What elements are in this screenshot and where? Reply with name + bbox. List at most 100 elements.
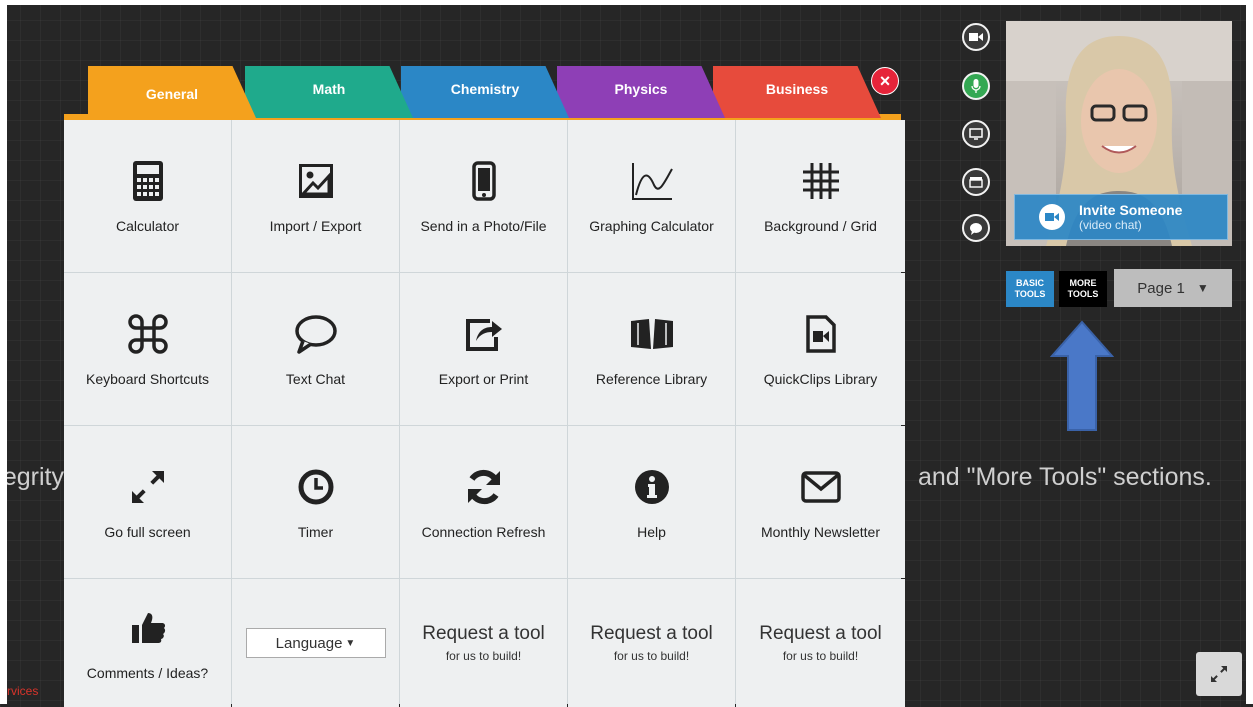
video-camera-icon	[1039, 204, 1065, 230]
tool-help[interactable]: Help	[568, 426, 735, 578]
tool-label: Export or Print	[438, 371, 529, 387]
tool-label: Reference Library	[595, 371, 708, 387]
info-icon	[634, 464, 670, 510]
more-tools-line1: MORE	[1069, 278, 1097, 288]
camera-icon	[969, 33, 983, 41]
tool-label: QuickClips Library	[763, 371, 878, 387]
tool-text-chat[interactable]: Text Chat	[232, 273, 399, 425]
expand-icon	[128, 464, 168, 510]
tool-monthly-newsletter[interactable]: Monthly Newsletter	[736, 426, 905, 578]
thumbs-up-icon	[130, 605, 166, 651]
tool-label: Background / Grid	[764, 218, 877, 234]
tool-label: Text Chat	[285, 371, 346, 387]
footer-link[interactable]: rvices	[7, 684, 38, 698]
basic-tools-button[interactable]: BASIC TOOLS	[1006, 271, 1054, 307]
tool-label: Monthly Newsletter	[760, 524, 881, 540]
monitor-icon	[969, 128, 983, 140]
graph-icon	[630, 158, 674, 204]
command-key-icon	[127, 311, 168, 357]
clapperboard-button[interactable]	[962, 168, 990, 196]
tool-category-tabs: Business Physics Chemistry Math General	[64, 66, 901, 120]
tool-send-photo-file[interactable]: Send in a Photo/File	[400, 120, 567, 272]
tool-label: Connection Refresh	[421, 524, 546, 540]
request-tool-cell[interactable]: Request a tool for us to build!	[736, 579, 905, 707]
tab-general[interactable]: General	[88, 66, 256, 118]
page-select[interactable]: Page 1 ▼	[1114, 269, 1232, 307]
tool-import-export[interactable]: Import / Export	[232, 120, 399, 272]
microphone-button[interactable]	[962, 72, 990, 100]
tab-chemistry[interactable]: Chemistry	[401, 66, 569, 118]
language-label: Language	[275, 634, 343, 652]
window-frame-top	[0, 0, 1253, 5]
tool-label: Import / Export	[269, 218, 362, 234]
request-tool-subtitle: for us to build!	[782, 649, 859, 663]
caret-down-icon: ▼	[1196, 281, 1209, 295]
language-cell: Language ▼	[232, 579, 399, 707]
annotation-arrow-up-icon	[1050, 320, 1114, 431]
window-frame-right	[1246, 0, 1253, 704]
video-file-icon	[805, 311, 836, 357]
basic-tools-line1: BASIC	[1015, 278, 1044, 288]
camera-button[interactable]	[962, 23, 990, 51]
envelope-icon	[800, 464, 841, 510]
basic-tools-line2: TOOLS	[1014, 289, 1046, 299]
request-tool-cell[interactable]: Request a tool for us to build!	[400, 579, 567, 707]
tool-reference-library[interactable]: Reference Library	[568, 273, 735, 425]
tool-label: Keyboard Shortcuts	[86, 371, 209, 387]
share-icon	[464, 311, 504, 357]
page-select-value: Page 1	[1137, 279, 1185, 297]
more-tools-line2: TOOLS	[1067, 289, 1099, 299]
invite-someone-button[interactable]: Invite Someone (video chat)	[1014, 194, 1228, 240]
caret-down-icon: ▼	[345, 637, 356, 649]
tool-label: Graphing Calculator	[589, 218, 714, 234]
request-tool-cell[interactable]: Request a tool for us to build!	[568, 579, 735, 707]
fullscreen-button[interactable]	[1196, 652, 1242, 696]
request-tool-title: Request a tool	[590, 623, 713, 644]
tool-full-screen[interactable]: Go full screen	[64, 426, 231, 578]
background-text-right: and "More Tools" sections.	[918, 463, 1212, 491]
invite-subtitle: (video chat)	[1079, 218, 1142, 232]
screen-share-button[interactable]	[962, 120, 990, 148]
refresh-icon	[464, 464, 504, 510]
tool-label: Send in a Photo/File	[420, 218, 547, 234]
tool-label: Go full screen	[104, 524, 191, 540]
clapperboard-icon	[969, 177, 983, 188]
tool-label: Help	[637, 524, 666, 540]
background-text-left: egrity	[7, 463, 64, 491]
request-tool-subtitle: for us to build!	[445, 649, 522, 663]
tab-business[interactable]: Business	[713, 66, 881, 118]
tool-graphing-calculator[interactable]: Graphing Calculator	[568, 120, 735, 272]
tool-background-grid[interactable]: Background / Grid	[736, 120, 905, 272]
tool-quickclips-library[interactable]: QuickClips Library	[736, 273, 905, 425]
image-icon	[298, 158, 333, 204]
invite-title: Invite Someone	[1079, 202, 1183, 218]
tool-export-print[interactable]: Export or Print	[400, 273, 567, 425]
tab-math[interactable]: Math	[245, 66, 413, 118]
chat-bubble-icon	[294, 311, 338, 357]
tool-timer[interactable]: Timer	[232, 426, 399, 578]
speech-bubble-icon	[970, 222, 982, 235]
tools-panel: Calculator Import / Export Send in a Pho…	[64, 120, 905, 707]
tool-label: Comments / Ideas?	[86, 665, 209, 681]
tool-comments-ideas[interactable]: Comments / Ideas?	[64, 579, 231, 707]
close-button[interactable]: ×	[871, 67, 899, 95]
more-tools-button[interactable]: MORE TOOLS	[1059, 271, 1107, 307]
calculator-icon	[132, 158, 163, 204]
chat-button[interactable]	[962, 214, 990, 242]
tool-calculator[interactable]: Calculator	[64, 120, 231, 272]
tool-keyboard-shortcuts[interactable]: Keyboard Shortcuts	[64, 273, 231, 425]
request-tool-title: Request a tool	[422, 623, 545, 644]
tool-label: Timer	[297, 524, 334, 540]
language-dropdown[interactable]: Language ▼	[245, 628, 386, 658]
expand-icon	[1211, 666, 1227, 682]
book-icon	[629, 311, 675, 357]
request-tool-subtitle: for us to build!	[613, 649, 690, 663]
tool-label: Calculator	[115, 218, 180, 234]
phone-icon	[471, 158, 496, 204]
tab-physics[interactable]: Physics	[557, 66, 725, 118]
tool-connection-refresh[interactable]: Connection Refresh	[400, 426, 567, 578]
clock-icon	[298, 464, 334, 510]
grid-icon	[802, 158, 839, 204]
microphone-icon	[971, 79, 981, 93]
window-frame-left	[0, 0, 7, 704]
